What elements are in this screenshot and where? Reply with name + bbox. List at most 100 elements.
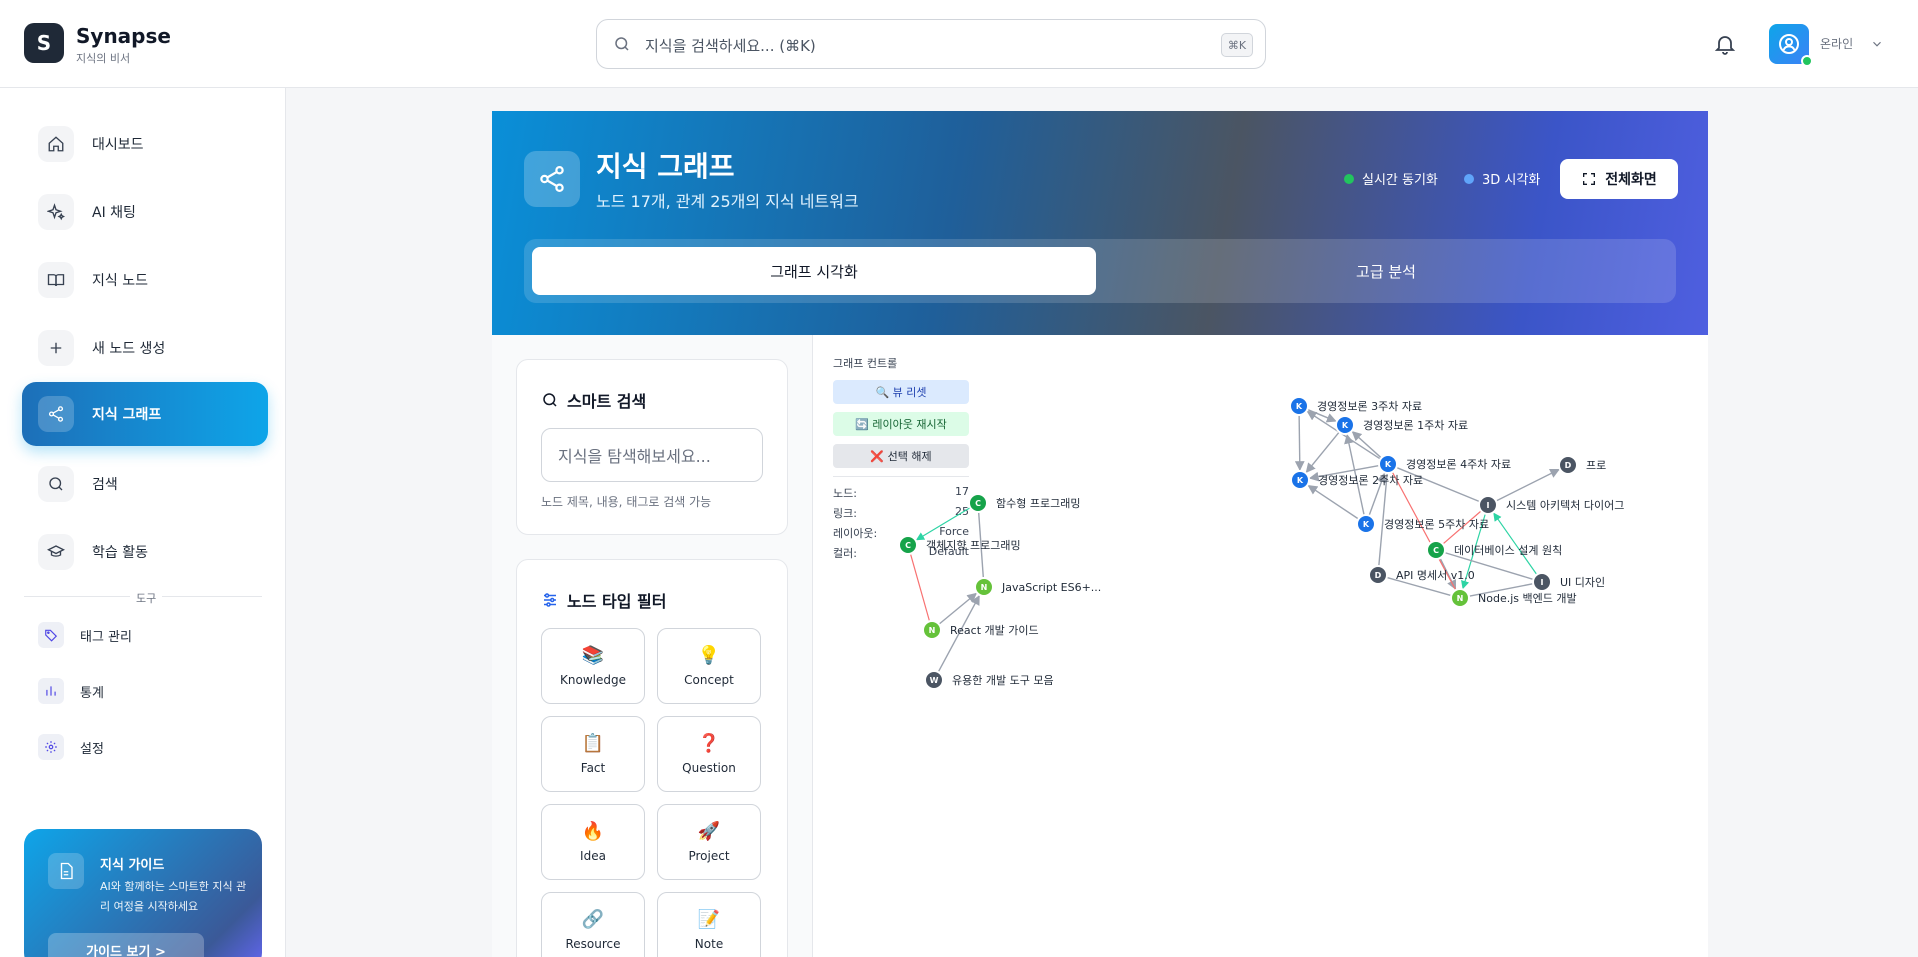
smart-search-input[interactable]: 지식을 탐색해보세요... — [541, 428, 763, 482]
filter-resource-button[interactable]: 🔗 Resource — [541, 892, 645, 957]
view-guide-button[interactable]: 가이드 보기 > — [48, 933, 204, 957]
books-icon: 📚 — [581, 645, 605, 666]
graph-node-circle[interactable] — [974, 577, 994, 597]
rocket-icon: 🚀 — [697, 821, 721, 842]
fullscreen-button[interactable]: 전체화면 — [1560, 159, 1678, 199]
graph-canvas[interactable]: 그래프 컨트롤 🔍 뷰 리셋 🔄 레이아웃 재시작 ❌ 선택 해제 노드: 17 … — [812, 335, 1708, 957]
sidebar-item-label: 학습 활동 — [92, 545, 148, 561]
graph-link — [1378, 473, 1388, 567]
gear-icon — [38, 734, 64, 760]
sidebar-item-knowledge-nodes[interactable]: 지식 노드 — [22, 248, 268, 312]
sidebar-item-search[interactable]: 검색 — [22, 452, 268, 516]
stat-value: Default — [928, 545, 969, 558]
page-title: 지식 그래프 — [596, 150, 735, 183]
graph-link — [1368, 472, 1387, 516]
tag-icon — [38, 622, 64, 648]
sidebar-item-learning-activity[interactable]: 학습 활동 — [22, 520, 268, 584]
graph-link — [1307, 484, 1359, 520]
user-circle-icon — [1779, 34, 1799, 54]
graph-node[interactable]: K 경영정보론 5주차 자료 — [1356, 514, 1489, 534]
user-avatar[interactable] — [1769, 24, 1813, 67]
graph-node-circle[interactable] — [1335, 415, 1355, 435]
graph-node[interactable]: C 데이터베이스 설계 원칙 — [1426, 540, 1562, 560]
node-type-filter-title: 노드 타입 필터 — [541, 588, 666, 612]
page-subtitle: 노드 17개, 관계 25개의 지식 네트워크 — [596, 192, 859, 211]
share-icon — [38, 396, 74, 432]
app-logo[interactable]: S — [24, 23, 64, 63]
graph-node-circle[interactable] — [1368, 565, 1388, 585]
graph-node-circle[interactable] — [1378, 454, 1398, 474]
graph-node[interactable]: N JavaScript ES6+... — [974, 577, 1101, 597]
graph-node-circle[interactable] — [1426, 540, 1446, 560]
graph-node-circle[interactable] — [1356, 514, 1376, 534]
graph-node-circle[interactable] — [1532, 572, 1552, 592]
sidebar-item-tag-management[interactable]: 태그 관리 — [38, 622, 132, 648]
graph-node-circle[interactable] — [1478, 495, 1498, 515]
tab-advanced-analysis[interactable]: 고급 분석 — [1104, 247, 1668, 295]
stat-label: 링크: — [833, 507, 857, 520]
graph-link — [937, 594, 980, 673]
graph-node[interactable]: D API 명세서 v1.0 — [1368, 565, 1475, 585]
graph-node[interactable]: K 경영정보론 3주차 자료 — [1289, 396, 1422, 416]
graph-link — [1439, 557, 1457, 590]
graph-link — [1386, 576, 1451, 596]
graph-node[interactable]: D 프로 — [1558, 455, 1606, 475]
sidebar-item-statistics[interactable]: 통계 — [38, 678, 104, 704]
reset-view-button[interactable]: 🔍 뷰 리셋 — [833, 380, 969, 404]
graph-node[interactable]: K 경영정보론 1주차 자료 — [1335, 415, 1468, 435]
notification-bell-icon[interactable] — [1713, 32, 1737, 56]
filter-question-button[interactable]: ❓ Question — [657, 716, 761, 792]
graph-node[interactable]: K 경영정보론 4주차 자료 — [1378, 454, 1511, 474]
sidebar-item-settings[interactable]: 설정 — [38, 734, 104, 760]
graph-node-circle[interactable] — [1450, 588, 1470, 608]
memo-icon: 📝 — [697, 909, 721, 930]
graph-link — [1469, 583, 1534, 597]
search-icon — [38, 466, 74, 502]
fire-icon: 🔥 — [581, 821, 605, 842]
filter-concept-button[interactable]: 💡 Concept — [657, 628, 761, 704]
view-tabs: 그래프 시각화 고급 분석 — [524, 239, 1676, 303]
sidebar-item-knowledge-graph[interactable]: 지식 그래프 — [22, 382, 268, 446]
graph-node[interactable]: W 유용한 개발 도구 모음 — [924, 670, 1054, 690]
graph-link — [1351, 431, 1382, 459]
graph-node-circle[interactable] — [1558, 455, 1578, 475]
knowledge-guide-card: 지식 가이드 AI와 함께하는 스마트한 지식 관리 여정을 시작하세요 가이드… — [24, 829, 262, 957]
graph-node-circle[interactable] — [922, 620, 942, 640]
realtime-sync-label: 실시간 동기화 — [1362, 173, 1438, 188]
graph-node[interactable]: I UI 디자인 — [1532, 572, 1605, 592]
graph-node-label: Node.js 백엔드 개발 — [1478, 592, 1577, 605]
clear-selection-button[interactable]: ❌ 선택 해제 — [833, 444, 969, 468]
restart-layout-button[interactable]: 🔄 레이아웃 재시작 — [833, 412, 969, 436]
filter-project-button[interactable]: 🚀 Project — [657, 804, 761, 880]
graph-node-circle[interactable] — [924, 670, 944, 690]
online-status-dot — [1801, 55, 1813, 67]
graph-node-label: React 개발 가이드 — [950, 624, 1039, 637]
filter-fact-button[interactable]: 📋 Fact — [541, 716, 645, 792]
global-search-input[interactable]: 지식을 검색하세요... (⌘K) ⌘K — [596, 19, 1266, 69]
sidebar-item-ai-chat[interactable]: AI 채팅 — [22, 180, 268, 244]
smart-search-card: 스마트 검색 지식을 탐색해보세요... 노드 제목, 내용, 태그로 검색 가… — [516, 359, 788, 535]
graph-node[interactable]: I 시스템 아키텍처 다이어그 — [1478, 495, 1624, 515]
viz-3d-label: 3D 시각화 — [1482, 173, 1541, 188]
graph-node[interactable]: N Node.js 백엔드 개발 — [1450, 588, 1577, 608]
graph-node[interactable]: K 경영정보론 2주차 자료 — [1290, 470, 1423, 490]
filter-note-button[interactable]: 📝 Note — [657, 892, 761, 957]
sidebar-item-new-node[interactable]: 새 노드 생성 — [22, 316, 268, 380]
graph-node-type-letter: K — [1296, 402, 1303, 411]
chevron-down-icon[interactable] — [1870, 37, 1884, 51]
graph-link — [1396, 467, 1480, 503]
filter-knowledge-button[interactable]: 📚 Knowledge — [541, 628, 645, 704]
filter-idea-button[interactable]: 🔥 Idea — [541, 804, 645, 880]
graph-node-circle[interactable] — [968, 493, 988, 513]
tab-graph-visualization[interactable]: 그래프 시각화 — [532, 247, 1096, 295]
book-icon — [38, 262, 74, 298]
graph-node[interactable]: N React 개발 가이드 — [922, 620, 1039, 640]
graph-node-circle[interactable] — [1290, 470, 1310, 490]
guide-title: 지식 가이드 — [100, 858, 165, 873]
graph-node-circle[interactable] — [1289, 396, 1309, 416]
controls-divider — [833, 476, 969, 477]
sidebar-item-dashboard[interactable]: 대시보드 — [22, 112, 268, 176]
sidebar: 대시보드 AI 채팅 지식 노드 새 노드 생성 지식 그래프 검색 학습 활동… — [0, 88, 286, 957]
graph-node[interactable]: C 함수형 프로그래밍 — [968, 493, 1080, 513]
stat-nodes: 노드: 17 — [833, 485, 969, 501]
